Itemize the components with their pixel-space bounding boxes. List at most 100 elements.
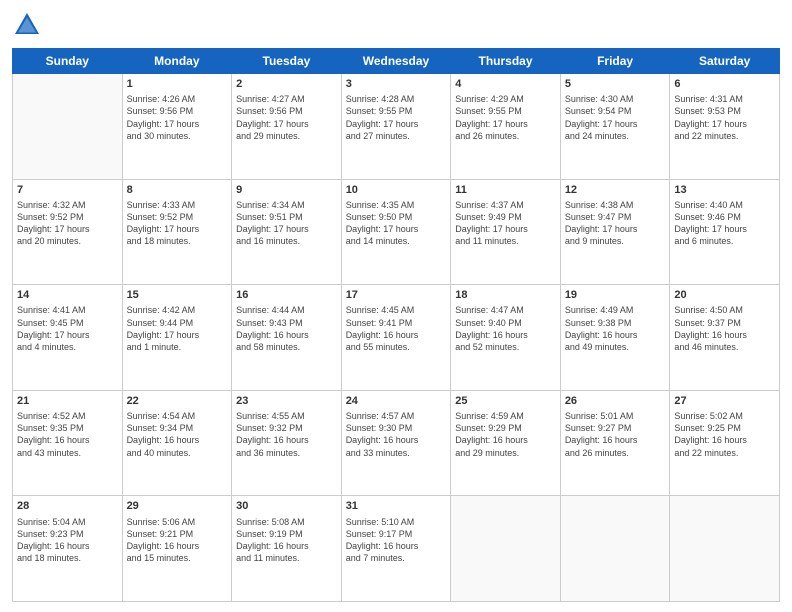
calendar-row: 28 Sunrise: 5:04 AM Sunset: 9:23 PM Dayli… xyxy=(13,496,780,602)
header xyxy=(12,10,780,40)
header-cell-monday: Monday xyxy=(122,49,232,74)
day-info: Sunrise: 4:44 AM Sunset: 9:43 PM Dayligh… xyxy=(236,304,337,353)
day-number: 27 xyxy=(674,394,775,408)
calendar-cell: 30Sunrise: 5:08 AM Sunset: 9:19 PM Dayli… xyxy=(232,496,342,602)
calendar-cell: 31Sunrise: 5:10 AM Sunset: 9:17 PM Dayli… xyxy=(341,496,451,602)
calendar-cell: 14 Sunrise: 4:41 AM Sunset: 9:45 PM Dayli… xyxy=(13,285,123,391)
day-info: Sunrise: 4:33 AM Sunset: 9:52 PM Dayligh… xyxy=(127,199,228,248)
day-info: Sunrise: 4:55 AM Sunset: 9:32 PM Dayligh… xyxy=(236,410,337,459)
day-number: 8 xyxy=(127,183,228,197)
day-info: Sunrise: 4:28 AM Sunset: 9:55 PM Dayligh… xyxy=(346,93,447,142)
day-number: 17 xyxy=(346,288,447,302)
day-number: 23 xyxy=(236,394,337,408)
day-number: 31 xyxy=(346,499,447,513)
day-info: Sunrise: 4:26 AM Sunset: 9:56 PM Dayligh… xyxy=(127,93,228,142)
calendar-cell: 18 Sunrise: 4:47 AM Sunset: 9:40 PM Dayli… xyxy=(451,285,561,391)
day-number: 6 xyxy=(674,77,775,91)
day-info: Sunrise: 5:06 AM Sunset: 9:21 PM Dayligh… xyxy=(127,516,228,565)
calendar-cell: 11 Sunrise: 4:37 AM Sunset: 9:49 PM Dayli… xyxy=(451,179,561,285)
day-number: 7 xyxy=(17,183,118,197)
day-info: Sunrise: 4:30 AM Sunset: 9:54 PM Dayligh… xyxy=(565,93,666,142)
calendar-cell: 29Sunrise: 5:06 AM Sunset: 9:21 PM Dayli… xyxy=(122,496,232,602)
day-info: Sunrise: 5:04 AM Sunset: 9:23 PM Dayligh… xyxy=(17,516,118,565)
calendar-cell: 4Sunrise: 4:29 AM Sunset: 9:55 PM Daylig… xyxy=(451,74,561,180)
logo-icon xyxy=(12,10,42,40)
day-number: 4 xyxy=(455,77,556,91)
header-row: SundayMondayTuesdayWednesdayThursdayFrid… xyxy=(13,49,780,74)
day-number: 30 xyxy=(236,499,337,513)
day-info: Sunrise: 4:35 AM Sunset: 9:50 PM Dayligh… xyxy=(346,199,447,248)
day-info: Sunrise: 5:01 AM Sunset: 9:27 PM Dayligh… xyxy=(565,410,666,459)
day-number: 1 xyxy=(127,77,228,91)
calendar-cell: 23 Sunrise: 4:55 AM Sunset: 9:32 PM Dayli… xyxy=(232,390,342,496)
calendar-cell xyxy=(670,496,780,602)
calendar-cell: 21 Sunrise: 4:52 AM Sunset: 9:35 PM Dayli… xyxy=(13,390,123,496)
day-info: Sunrise: 4:54 AM Sunset: 9:34 PM Dayligh… xyxy=(127,410,228,459)
day-info: Sunrise: 4:34 AM Sunset: 9:51 PM Dayligh… xyxy=(236,199,337,248)
calendar-body: 1 Sunrise: 4:26 AM Sunset: 9:56 PM Daylig… xyxy=(13,74,780,602)
day-info: Sunrise: 4:57 AM Sunset: 9:30 PM Dayligh… xyxy=(346,410,447,459)
header-cell-friday: Friday xyxy=(560,49,670,74)
calendar-table: SundayMondayTuesdayWednesdayThursdayFrid… xyxy=(12,48,780,602)
day-info: Sunrise: 4:49 AM Sunset: 9:38 PM Dayligh… xyxy=(565,304,666,353)
logo xyxy=(12,10,46,40)
calendar-cell: 9 Sunrise: 4:34 AM Sunset: 9:51 PM Daylig… xyxy=(232,179,342,285)
day-number: 11 xyxy=(455,183,556,197)
day-number: 19 xyxy=(565,288,666,302)
day-number: 28 xyxy=(17,499,118,513)
calendar-header: SundayMondayTuesdayWednesdayThursdayFrid… xyxy=(13,49,780,74)
day-number: 12 xyxy=(565,183,666,197)
calendar-cell: 28 Sunrise: 5:04 AM Sunset: 9:23 PM Dayli… xyxy=(13,496,123,602)
day-info: Sunrise: 5:02 AM Sunset: 9:25 PM Dayligh… xyxy=(674,410,775,459)
header-cell-sunday: Sunday xyxy=(13,49,123,74)
header-cell-tuesday: Tuesday xyxy=(232,49,342,74)
day-number: 22 xyxy=(127,394,228,408)
calendar-cell: 1 Sunrise: 4:26 AM Sunset: 9:56 PM Daylig… xyxy=(122,74,232,180)
day-info: Sunrise: 4:50 AM Sunset: 9:37 PM Dayligh… xyxy=(674,304,775,353)
calendar-cell: 6 Sunrise: 4:31 AM Sunset: 9:53 PM Daylig… xyxy=(670,74,780,180)
calendar-cell: 27 Sunrise: 5:02 AM Sunset: 9:25 PM Dayli… xyxy=(670,390,780,496)
calendar-cell xyxy=(560,496,670,602)
calendar-cell: 2Sunrise: 4:27 AM Sunset: 9:56 PM Daylig… xyxy=(232,74,342,180)
calendar-cell: 5 Sunrise: 4:30 AM Sunset: 9:54 PM Daylig… xyxy=(560,74,670,180)
day-number: 21 xyxy=(17,394,118,408)
calendar-cell: 25Sunrise: 4:59 AM Sunset: 9:29 PM Dayli… xyxy=(451,390,561,496)
calendar-cell: 26 Sunrise: 5:01 AM Sunset: 9:27 PM Dayli… xyxy=(560,390,670,496)
day-number: 26 xyxy=(565,394,666,408)
page: SundayMondayTuesdayWednesdayThursdayFrid… xyxy=(0,0,792,612)
day-info: Sunrise: 4:42 AM Sunset: 9:44 PM Dayligh… xyxy=(127,304,228,353)
calendar-cell: 20 Sunrise: 4:50 AM Sunset: 9:37 PM Dayli… xyxy=(670,285,780,391)
day-number: 2 xyxy=(236,77,337,91)
calendar-cell: 8 Sunrise: 4:33 AM Sunset: 9:52 PM Daylig… xyxy=(122,179,232,285)
header-cell-wednesday: Wednesday xyxy=(341,49,451,74)
calendar-cell: 17 Sunrise: 4:45 AM Sunset: 9:41 PM Dayli… xyxy=(341,285,451,391)
header-cell-saturday: Saturday xyxy=(670,49,780,74)
day-info: Sunrise: 4:37 AM Sunset: 9:49 PM Dayligh… xyxy=(455,199,556,248)
day-number: 20 xyxy=(674,288,775,302)
day-info: Sunrise: 4:41 AM Sunset: 9:45 PM Dayligh… xyxy=(17,304,118,353)
day-number: 18 xyxy=(455,288,556,302)
day-info: Sunrise: 4:52 AM Sunset: 9:35 PM Dayligh… xyxy=(17,410,118,459)
calendar-row: 7Sunrise: 4:32 AM Sunset: 9:52 PM Daylig… xyxy=(13,179,780,285)
day-info: Sunrise: 4:45 AM Sunset: 9:41 PM Dayligh… xyxy=(346,304,447,353)
calendar-cell: 22 Sunrise: 4:54 AM Sunset: 9:34 PM Dayli… xyxy=(122,390,232,496)
calendar-cell: 16 Sunrise: 4:44 AM Sunset: 9:43 PM Dayli… xyxy=(232,285,342,391)
day-info: Sunrise: 4:31 AM Sunset: 9:53 PM Dayligh… xyxy=(674,93,775,142)
calendar-row: 14 Sunrise: 4:41 AM Sunset: 9:45 PM Dayli… xyxy=(13,285,780,391)
day-info: Sunrise: 4:40 AM Sunset: 9:46 PM Dayligh… xyxy=(674,199,775,248)
day-info: Sunrise: 4:38 AM Sunset: 9:47 PM Dayligh… xyxy=(565,199,666,248)
day-number: 16 xyxy=(236,288,337,302)
day-number: 14 xyxy=(17,288,118,302)
calendar-row: 21 Sunrise: 4:52 AM Sunset: 9:35 PM Dayli… xyxy=(13,390,780,496)
day-info: Sunrise: 4:47 AM Sunset: 9:40 PM Dayligh… xyxy=(455,304,556,353)
calendar-cell xyxy=(451,496,561,602)
day-number: 24 xyxy=(346,394,447,408)
calendar-cell: 12 Sunrise: 4:38 AM Sunset: 9:47 PM Dayli… xyxy=(560,179,670,285)
calendar-row: 1 Sunrise: 4:26 AM Sunset: 9:56 PM Daylig… xyxy=(13,74,780,180)
day-number: 9 xyxy=(236,183,337,197)
calendar-cell: 19 Sunrise: 4:49 AM Sunset: 9:38 PM Dayli… xyxy=(560,285,670,391)
day-number: 5 xyxy=(565,77,666,91)
calendar-cell: 15Sunrise: 4:42 AM Sunset: 9:44 PM Dayli… xyxy=(122,285,232,391)
calendar-cell: 7Sunrise: 4:32 AM Sunset: 9:52 PM Daylig… xyxy=(13,179,123,285)
day-number: 25 xyxy=(455,394,556,408)
